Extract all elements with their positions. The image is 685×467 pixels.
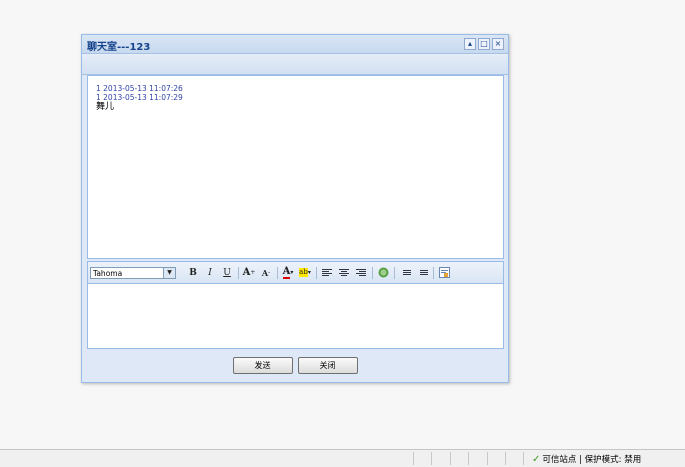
- increase-font-icon: A: [242, 267, 251, 278]
- highlight-icon: ab: [299, 268, 308, 277]
- font-color-icon: A: [282, 265, 291, 279]
- window-top-toolbar: [82, 54, 508, 75]
- message-editor[interactable]: [87, 283, 504, 349]
- footer-buttons: 发送 关闭: [82, 353, 508, 377]
- statusbar-divider: [431, 452, 432, 465]
- underline-button[interactable]: U: [220, 266, 234, 280]
- decrease-font-button[interactable]: A-: [259, 266, 273, 280]
- align-left-icon[interactable]: [320, 266, 334, 280]
- increase-font-button[interactable]: A +: [242, 266, 256, 280]
- toolbar-separator: [372, 266, 373, 279]
- unordered-list-icon[interactable]: [415, 266, 429, 280]
- toolbar-separator: [316, 266, 317, 279]
- window-title: 聊天室---123: [87, 42, 151, 53]
- align-center-icon[interactable]: [337, 266, 351, 280]
- toolbar-separator: [433, 266, 434, 279]
- close-icon[interactable]: ×: [492, 38, 504, 50]
- security-zone[interactable]: ✓ 可信站点 | 保护模式: 禁用: [532, 453, 642, 466]
- browser-statusbar: ✓ 可信站点 | 保护模式: 禁用: [0, 449, 685, 467]
- editor-toolbar: Tahoma ▼ B I U A + A- A ▾ ab ▾: [87, 261, 504, 283]
- statusbar-divider: [505, 452, 506, 465]
- font-family-value: Tahoma: [93, 268, 123, 278]
- send-button[interactable]: 发送: [232, 357, 293, 374]
- message-item: 1 2013-05-13 11:07:29 舞儿: [96, 93, 183, 112]
- security-zone-label: 可信站点 | 保护模式: 禁用: [542, 455, 642, 465]
- message-header: 1 2013-05-13 11:07:26: [96, 84, 183, 93]
- checkmark-icon: ✓: [532, 453, 541, 465]
- message-history: 1 2013-05-13 11:07:26 1 2013-05-13 11:07…: [87, 75, 504, 259]
- statusbar-divider: [413, 452, 414, 465]
- toolbar-separator: [277, 266, 278, 279]
- source-edit-icon[interactable]: [437, 266, 451, 280]
- statusbar-divider: [523, 452, 524, 465]
- statusbar-divider: [450, 452, 451, 465]
- toolbar-separator: [394, 266, 395, 279]
- collapse-icon[interactable]: ▴: [464, 38, 476, 50]
- message-header: 1 2013-05-13 11:07:29: [96, 93, 183, 102]
- chevron-down-icon[interactable]: ▼: [163, 267, 175, 278]
- font-color-button[interactable]: A ▾: [281, 266, 295, 280]
- statusbar-divider: [487, 452, 488, 465]
- align-right-icon[interactable]: [354, 266, 368, 280]
- maximize-icon[interactable]: □: [478, 38, 490, 50]
- message-item: 1 2013-05-13 11:07:26: [96, 84, 183, 93]
- toolbar-separator: [238, 266, 239, 279]
- insert-link-icon[interactable]: [376, 266, 390, 280]
- highlight-button[interactable]: ab ▾: [298, 266, 312, 280]
- message-body: 舞儿: [96, 102, 115, 112]
- close-button[interactable]: 关闭: [297, 357, 358, 374]
- window-titlebar[interactable]: 聊天室---123 ▴ □ ×: [82, 35, 508, 54]
- ordered-list-icon[interactable]: [398, 266, 412, 280]
- chat-window: 聊天室---123 ▴ □ × 1 2013-05-13 11:07:26 1 …: [81, 34, 509, 383]
- bold-button[interactable]: B: [186, 266, 200, 280]
- message-list: 1 2013-05-13 11:07:26 1 2013-05-13 11:07…: [96, 84, 183, 112]
- italic-button[interactable]: I: [203, 266, 217, 280]
- statusbar-divider: [468, 452, 469, 465]
- window-tools: ▴ □ ×: [464, 38, 504, 50]
- font-family-select[interactable]: Tahoma ▼: [90, 266, 176, 279]
